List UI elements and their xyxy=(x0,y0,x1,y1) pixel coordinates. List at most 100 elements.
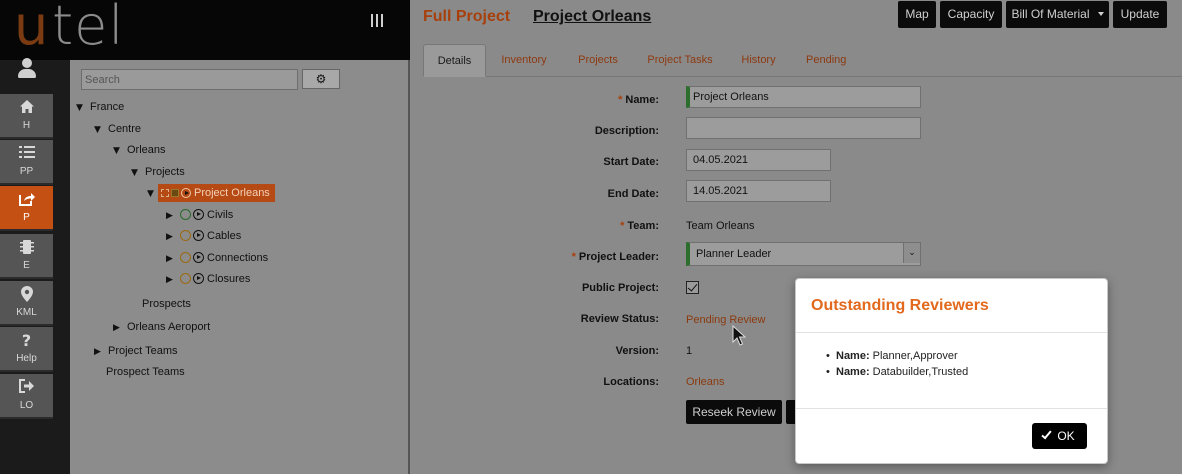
tab-inventory[interactable]: Inventory xyxy=(500,44,548,77)
capacity-button[interactable]: Capacity xyxy=(940,1,1002,28)
tree-settings-button[interactable]: ⚙ xyxy=(302,69,340,89)
logo-letter-u: u xyxy=(14,0,48,57)
play-circle-icon xyxy=(193,252,204,263)
mouse-cursor-icon xyxy=(732,324,747,347)
tree-node-prospect-teams[interactable]: Prospect Teams xyxy=(106,363,185,381)
description-field[interactable] xyxy=(686,117,921,139)
play-circle-icon xyxy=(193,273,204,284)
version-label: Version: xyxy=(615,345,659,357)
review-status-label: Review Status: xyxy=(580,313,659,325)
nav-label: LO xyxy=(19,400,34,411)
tree-node-project-teams[interactable]: ▶ Project Teams xyxy=(94,342,178,360)
tree-node-prospects[interactable]: Prospects xyxy=(142,295,191,313)
expand-arrow-icon[interactable]: ▶ xyxy=(94,343,108,361)
nav-item-pp[interactable]: PP xyxy=(0,140,53,185)
question-icon: ? xyxy=(21,331,32,350)
public-project-checkbox[interactable] xyxy=(686,281,699,294)
dashed-square-icon xyxy=(161,189,169,197)
chevron-down-icon[interactable]: ⌄ xyxy=(903,243,920,263)
version-value: 1 xyxy=(686,345,693,357)
list-item: Name:Planner,Approver xyxy=(826,348,968,364)
tree-node-projects[interactable]: ▼ Projects xyxy=(131,163,185,181)
tab-project-tasks[interactable]: Project Tasks xyxy=(647,44,713,77)
start-date-label: Start Date: xyxy=(603,156,659,168)
status-circle-icon xyxy=(180,209,191,220)
nav-item-logout[interactable]: LO xyxy=(0,374,53,419)
nav-label: E xyxy=(23,260,30,271)
nav-item-kml[interactable]: KML xyxy=(0,281,53,326)
bill-of-material-button[interactable]: Bill Of Material xyxy=(1006,1,1109,28)
tab-history[interactable]: History xyxy=(740,44,777,77)
project-name-title[interactable]: Project Orleans xyxy=(533,8,651,26)
tab-pending[interactable]: Pending xyxy=(806,44,846,77)
list-icon xyxy=(0,145,53,163)
tree-node-france[interactable]: ▼ France xyxy=(76,98,124,116)
divider xyxy=(796,408,1107,409)
expand-arrow-icon[interactable]: ▼ xyxy=(113,142,127,160)
expand-arrow-icon[interactable]: ▶ xyxy=(166,228,180,246)
status-circle-icon xyxy=(180,230,191,241)
tab-details[interactable]: Details xyxy=(423,44,486,77)
reseek-review-button[interactable]: Reseek Review xyxy=(686,400,782,424)
team-value: Team Orleans xyxy=(686,220,755,232)
tree-node-orleans-aeroport[interactable]: ▶ Orleans Aeroport xyxy=(113,318,210,336)
name-field[interactable]: Project Orleans xyxy=(686,86,921,108)
project-leader-label: * Project Leader: xyxy=(571,251,659,263)
expand-arrow-icon[interactable]: ▼ xyxy=(94,121,108,139)
update-button[interactable]: Update xyxy=(1113,1,1167,28)
tree-node-connections[interactable]: ▶ Connections xyxy=(166,249,268,267)
map-button[interactable]: Map xyxy=(898,1,936,28)
nav-label: P xyxy=(23,212,30,223)
nav-item-home[interactable]: H xyxy=(0,94,53,139)
location-link[interactable]: Orleans xyxy=(686,376,725,388)
team-label: * Team: xyxy=(620,220,659,232)
nav-item-e[interactable]: E xyxy=(0,234,53,279)
tab-projects[interactable]: Projects xyxy=(576,44,620,77)
expand-arrow-icon[interactable]: ▼ xyxy=(131,164,145,182)
outstanding-reviewers-dialog: Outstanding Reviewers Name:Planner,Appro… xyxy=(795,278,1108,464)
tree-node-project-orleans[interactable]: Project Orleans xyxy=(158,184,275,202)
menu-toggle-icon[interactable] xyxy=(371,14,385,28)
tab-bar: Details Inventory Projects Project Tasks… xyxy=(423,44,1182,77)
expand-arrow-icon[interactable]: ▶ xyxy=(113,319,127,337)
check-icon xyxy=(1041,428,1052,440)
list-item: Name:Databuilder,Trusted xyxy=(826,364,968,380)
play-circle-icon xyxy=(193,209,204,220)
expand-arrow-icon[interactable]: ▶ xyxy=(166,207,180,225)
public-project-label: Public Project: xyxy=(581,282,659,294)
status-circle-icon xyxy=(180,273,191,284)
description-label: Description: xyxy=(594,125,659,137)
play-circle-icon xyxy=(181,188,191,198)
dialog-title: Outstanding Reviewers xyxy=(811,297,989,314)
reviewer-list: Name:Planner,Approver Name:Databuilder,T… xyxy=(826,348,968,380)
locations-label: Locations: xyxy=(603,376,659,388)
review-status-link[interactable]: Pending Review xyxy=(686,314,766,326)
tree-node-orleans[interactable]: ▼ Orleans xyxy=(113,141,166,159)
tree-node-centre[interactable]: ▼ Centre xyxy=(94,120,141,138)
end-date-label: End Date: xyxy=(607,188,659,200)
tree-search-input[interactable] xyxy=(81,69,298,90)
share-icon xyxy=(0,191,53,209)
nav-item-help[interactable]: ? Help xyxy=(0,327,53,372)
logo-text: tel xyxy=(52,0,125,57)
project-leader-select[interactable]: Planner Leader ⌄ xyxy=(686,242,921,266)
end-date-field[interactable]: 14.05.2021 xyxy=(686,180,831,202)
divider xyxy=(796,332,1107,333)
chevron-down-icon xyxy=(1097,12,1104,16)
map-pin-icon xyxy=(0,286,53,304)
expand-arrow-icon[interactable]: ▶ xyxy=(166,250,180,268)
tree-node-civils[interactable]: ▶ Civils xyxy=(166,206,233,224)
logout-icon xyxy=(0,379,53,397)
gear-icon: ⚙ xyxy=(315,72,327,86)
nav-label: H xyxy=(22,120,31,131)
tree-node-cables[interactable]: ▶ Cables xyxy=(166,227,241,245)
expand-arrow-icon[interactable]: ▼ xyxy=(76,99,90,117)
ok-button[interactable]: OK xyxy=(1032,423,1087,449)
user-icon[interactable] xyxy=(17,58,37,80)
nav-item-projects[interactable]: P xyxy=(0,186,53,231)
play-circle-icon xyxy=(193,230,204,241)
tree-node-closures[interactable]: ▶ Closures xyxy=(166,270,250,288)
expand-arrow-icon[interactable]: ▶ xyxy=(166,271,180,289)
start-date-field[interactable]: 04.05.2021 xyxy=(686,149,831,171)
chip-icon xyxy=(0,239,53,257)
